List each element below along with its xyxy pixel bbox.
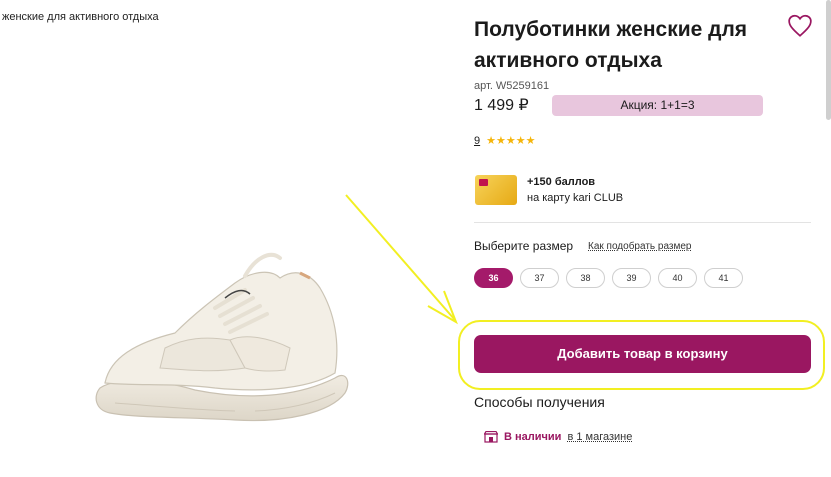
stock-status: В наличии bbox=[504, 431, 562, 443]
delivery-title: Способы получения bbox=[474, 394, 605, 410]
stock-info: В наличии в 1 магазине bbox=[484, 431, 632, 443]
scrollbar[interactable] bbox=[826, 0, 831, 120]
stores-link[interactable]: в 1 магазине bbox=[567, 431, 632, 443]
add-to-cart-button[interactable]: Добавить товар в корзину bbox=[474, 335, 811, 373]
store-icon bbox=[484, 431, 498, 443]
annotation-arrow bbox=[345, 194, 458, 325]
